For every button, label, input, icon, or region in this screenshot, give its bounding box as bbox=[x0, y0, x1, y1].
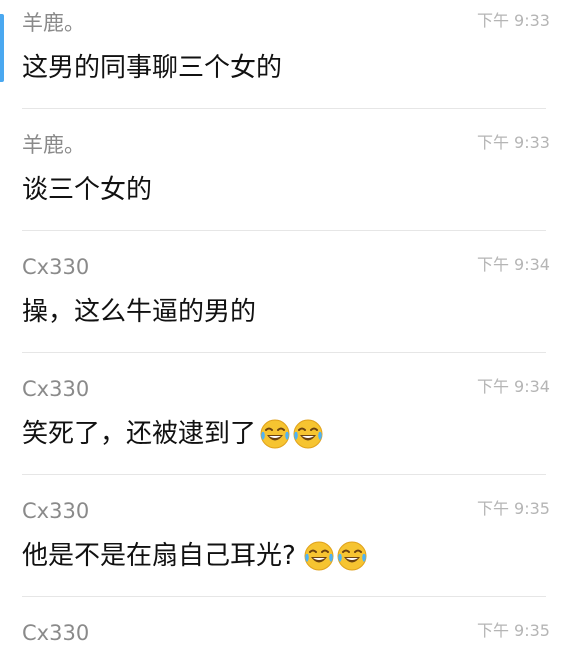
message-divider bbox=[22, 474, 546, 475]
message-text-content: 谈三个女的 bbox=[22, 175, 153, 205]
message-item[interactable]: Cx330 下午 9:34 操，这么牛逼的男的 bbox=[0, 244, 568, 366]
message-sender: Cx330 bbox=[22, 377, 90, 401]
message-time: 下午 9:34 bbox=[476, 255, 550, 274]
message-list: 羊鹿。 下午 9:33 这男的同事聊三个女的 羊鹿。 下午 9:33 谈三个女的… bbox=[0, 0, 568, 662]
message-text: 谈三个女的 bbox=[22, 172, 152, 208]
message-sender: 羊鹿。 bbox=[22, 133, 85, 157]
message-text-content: 这男的同事聊三个女的 bbox=[22, 53, 283, 83]
emoji-row bbox=[302, 540, 368, 572]
message-divider bbox=[22, 108, 546, 109]
message-item[interactable]: Cx330 下午 9:34 笑死了，还被逮到了 bbox=[0, 366, 568, 488]
message-text: 笑死了，还被逮到了 bbox=[22, 416, 324, 452]
message-time: 下午 9:33 bbox=[476, 133, 550, 152]
tears-of-joy-icon bbox=[304, 541, 334, 571]
tears-of-joy-icon bbox=[337, 541, 367, 571]
message-sender: 羊鹿。 bbox=[22, 11, 85, 35]
message-text: 他是不是在扇自己耳光? bbox=[22, 538, 368, 574]
emoji-row bbox=[258, 418, 324, 450]
message-text-cutoff bbox=[22, 652, 502, 662]
message-divider bbox=[22, 596, 546, 597]
message-text: 这男的同事聊三个女的 bbox=[22, 50, 282, 86]
message-sender: Cx330 bbox=[22, 255, 90, 279]
message-text-content: 操，这么牛逼的男的 bbox=[22, 297, 257, 327]
message-item[interactable]: 羊鹿。 下午 9:33 这男的同事聊三个女的 bbox=[0, 0, 568, 122]
message-sender: Cx330 bbox=[22, 621, 90, 645]
message-text-content: 笑死了，还被逮到了 bbox=[22, 419, 257, 449]
message-text-content: 他是不是在扇自己耳光? bbox=[22, 541, 296, 571]
message-item[interactable]: Cx330 下午 9:35 他是不是在扇自己耳光? bbox=[0, 488, 568, 610]
message-time: 下午 9:33 bbox=[476, 11, 550, 30]
tears-of-joy-icon bbox=[293, 419, 323, 449]
tears-of-joy-icon bbox=[260, 419, 290, 449]
message-divider bbox=[22, 230, 546, 231]
message-time: 下午 9:35 bbox=[476, 499, 550, 518]
message-sender: Cx330 bbox=[22, 499, 90, 523]
message-text: 操，这么牛逼的男的 bbox=[22, 294, 256, 330]
message-item[interactable]: 羊鹿。 下午 9:33 谈三个女的 bbox=[0, 122, 568, 244]
message-divider bbox=[22, 352, 546, 353]
message-time: 下午 9:35 bbox=[476, 621, 550, 640]
message-time: 下午 9:34 bbox=[476, 377, 550, 396]
